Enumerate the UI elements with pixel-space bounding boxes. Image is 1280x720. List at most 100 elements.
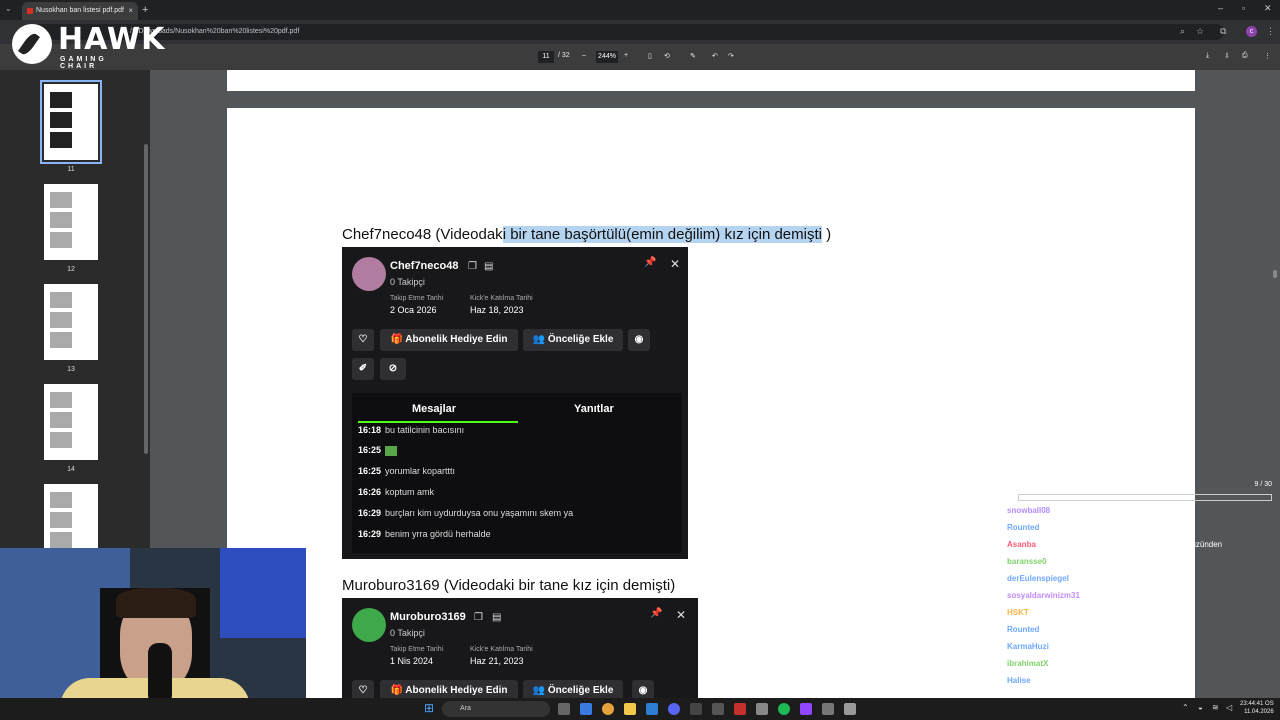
- chat-username[interactable]: Halise: [1007, 676, 1031, 685]
- pin-icon[interactable]: 📌: [650, 608, 662, 619]
- chat-username[interactable]: sosyaldarwinizm31: [1007, 591, 1080, 600]
- chat-username[interactable]: Rounted: [1007, 523, 1039, 532]
- app-icon[interactable]: [690, 703, 702, 715]
- download-icon[interactable]: ⤓: [1206, 52, 1209, 60]
- copy-icon[interactable]: ❐: [468, 261, 477, 272]
- follow-date-label: Takip Etme Tarihi: [390, 646, 444, 653]
- fit-page-icon[interactable]: ▯: [648, 52, 652, 60]
- chat-username[interactable]: ibrahimatX: [1007, 659, 1048, 668]
- chat-line: snowball08:: [1007, 506, 1055, 515]
- chat-text: : başörtülü: [1042, 625, 1080, 634]
- zoom-level-input[interactable]: 244%: [596, 51, 618, 63]
- app-icon[interactable]: [734, 703, 746, 715]
- app-icon[interactable]: [800, 703, 812, 715]
- app-icon[interactable]: [712, 703, 724, 715]
- page-thumbnail[interactable]: [44, 384, 98, 460]
- redo-icon[interactable]: ↷: [728, 52, 734, 60]
- app-icon[interactable]: [756, 703, 768, 715]
- card-icon[interactable]: ▤: [484, 261, 493, 272]
- network-icon[interactable]: ◒: [1198, 703, 1203, 712]
- chat-line: Rounted:: [1007, 523, 1045, 532]
- app-icon[interactable]: [822, 703, 834, 715]
- app-icon[interactable]: [844, 703, 856, 715]
- tab-search-icon[interactable]: ⌄: [5, 4, 12, 13]
- chat-username[interactable]: Rounted: [1007, 625, 1039, 634]
- maximize-icon[interactable]: ▫: [1242, 3, 1245, 13]
- app-icon[interactable]: [646, 703, 658, 715]
- address-bar-row: /S/Downloads/Nusokhan%20ban%20listesi%20…: [0, 20, 1280, 44]
- page-total: / 32: [558, 52, 570, 59]
- chrome-icon[interactable]: [602, 703, 614, 715]
- rotate-icon[interactable]: ⟲: [664, 52, 670, 60]
- zoom-in-button[interactable]: +: [624, 52, 628, 59]
- edge-icon[interactable]: [580, 703, 592, 715]
- file-explorer-icon[interactable]: [624, 703, 636, 715]
- close-icon[interactable]: ✕: [676, 608, 686, 622]
- chat-username[interactable]: HSKT: [1007, 608, 1029, 617]
- close-window-icon[interactable]: ✕: [1264, 3, 1272, 14]
- viewer-scrollbar[interactable]: [1273, 270, 1277, 278]
- system-clock[interactable]: 23:44:41 OS 11.04.2026: [1240, 700, 1274, 716]
- chat-username[interactable]: baransse0: [1007, 557, 1047, 566]
- draw-icon[interactable]: ✎: [690, 52, 696, 60]
- discord-icon[interactable]: [668, 703, 680, 715]
- close-icon[interactable]: ✕: [670, 257, 680, 271]
- chat-progress-bar: [1018, 494, 1272, 501]
- mod-icon[interactable]: ✐: [352, 358, 374, 380]
- extensions-icon[interactable]: ⧉: [1220, 26, 1226, 37]
- follower-count: 0 Takipçi: [390, 277, 425, 287]
- join-date-label: Kick'e Katılma Tarihi: [470, 295, 533, 302]
- page-thumbnail[interactable]: [44, 284, 98, 360]
- ban-icon[interactable]: ⊘: [380, 358, 406, 380]
- zoom-out-button[interactable]: –: [582, 52, 586, 59]
- hawk-feather-icon: [12, 24, 52, 64]
- copy-icon[interactable]: ❐: [474, 612, 483, 623]
- stream-chat-overlay: 9 / 30 snowball08: Rounted: Asanba: Sen of…: [1004, 478, 1272, 700]
- save-icon[interactable]: ⇩: [1224, 52, 1230, 60]
- browser-tab[interactable]: Nusokhan ban listesi pdf.pdf ×: [22, 2, 138, 20]
- follow-date-label: Takip Etme Tarihi: [390, 295, 444, 302]
- windows-start-icon[interactable]: ⊞: [424, 701, 436, 715]
- spotify-icon[interactable]: [778, 703, 790, 715]
- page-thumbnail[interactable]: [44, 184, 98, 260]
- chat-username[interactable]: KarmaHuzi: [1007, 642, 1049, 651]
- logo-word: HAWK: [58, 22, 166, 57]
- chat-username[interactable]: derEulenspiegel: [1007, 574, 1069, 583]
- new-tab-button[interactable]: +: [142, 2, 148, 18]
- gift-subscription-button[interactable]: 🎁 Abonelik Hediye Edin: [380, 329, 518, 351]
- card-icon[interactable]: ▤: [492, 612, 501, 623]
- thumbnail-label: 11: [67, 166, 75, 173]
- heart-icon[interactable]: ♡: [352, 329, 374, 351]
- minimize-icon[interactable]: –: [1218, 3, 1223, 13]
- chat-username[interactable]: Asanba: [1007, 540, 1036, 549]
- more-options-icon[interactable]: ⋮: [1264, 52, 1271, 60]
- page-thumbnail[interactable]: [40, 80, 102, 164]
- chat-message: 16:18 bu tatilcinin bacısını: [358, 425, 465, 435]
- zoom-icon[interactable]: ⌕: [1180, 26, 1185, 37]
- tray-chevron-icon[interactable]: ⌃: [1182, 703, 1189, 712]
- pin-icon[interactable]: 📌: [644, 257, 656, 268]
- chat-username[interactable]: snowball08: [1007, 506, 1050, 515]
- eye-icon[interactable]: ◉: [628, 329, 650, 351]
- chat-text: : (emin değilim): [1031, 608, 1087, 617]
- tab-messages[interactable]: Mesajlar: [412, 403, 456, 415]
- bookmark-star-icon[interactable]: ☆: [1196, 26, 1204, 37]
- chat-message: 16:29 burçları kim uydurduysa onu yaşamın…: [358, 508, 574, 518]
- menu-icon[interactable]: ⋮: [1266, 26, 1275, 37]
- undo-icon[interactable]: ↶: [712, 52, 718, 60]
- print-icon[interactable]: ⎙: [1242, 52, 1248, 60]
- active-tab-indicator: [358, 421, 518, 423]
- caption-chef7neco48: Chef7neco48 (Videodaki bir tane başörtül…: [342, 226, 832, 243]
- taskbar-search[interactable]: Ara: [442, 701, 550, 717]
- tab-replies[interactable]: Yanıtlar: [574, 403, 614, 415]
- wifi-icon[interactable]: ≋: [1212, 703, 1219, 712]
- url-field[interactable]: /S/Downloads/Nusokhan%20ban%20listesi%20…: [34, 24, 1224, 40]
- follower-count: 0 Takipçi: [390, 628, 425, 638]
- tab-close-icon[interactable]: ×: [128, 2, 133, 20]
- profile-avatar[interactable]: c: [1246, 26, 1257, 37]
- task-view-icon[interactable]: [558, 703, 570, 715]
- sidebar-scrollbar[interactable]: [144, 144, 148, 454]
- page-number-input[interactable]: 11: [538, 51, 554, 63]
- add-priority-button[interactable]: 👥 Önceliğe Ekle: [523, 329, 623, 351]
- volume-icon[interactable]: ◁: [1226, 703, 1232, 712]
